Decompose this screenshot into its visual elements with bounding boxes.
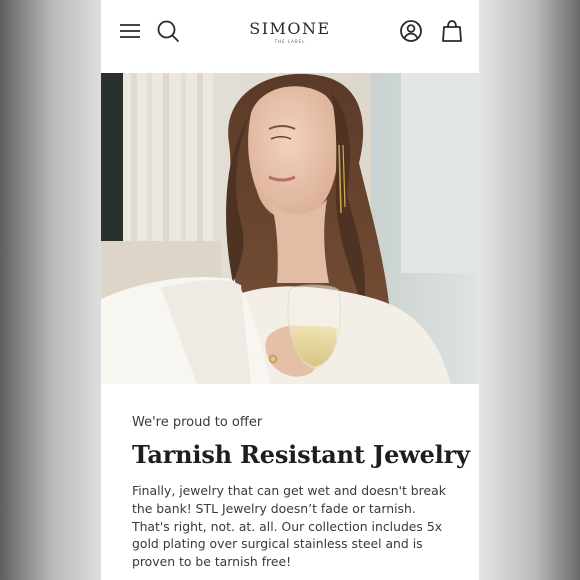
promo-section: We're proud to offer Tarnish Resistant J… (101, 384, 479, 571)
account-button[interactable] (396, 16, 426, 46)
promo-eyebrow: We're proud to offer (132, 415, 263, 430)
shopping-bag-icon (442, 20, 462, 42)
promo-headline: Tarnish Resistant Jewelry (132, 440, 470, 469)
hero-image (101, 73, 479, 384)
account-icon (400, 20, 422, 42)
site-header: SIMONE THE LABEL (101, 0, 479, 73)
screenshot-stage: SIMONE THE LABEL We're proud to offer Ta… (0, 0, 580, 580)
promo-body: Finally, jewelry that can get wet and do… (132, 483, 446, 570)
mobile-page: SIMONE THE LABEL We're proud to offer Ta… (101, 0, 479, 580)
hero-photo-illustration (101, 73, 479, 384)
cart-button[interactable] (437, 16, 467, 46)
